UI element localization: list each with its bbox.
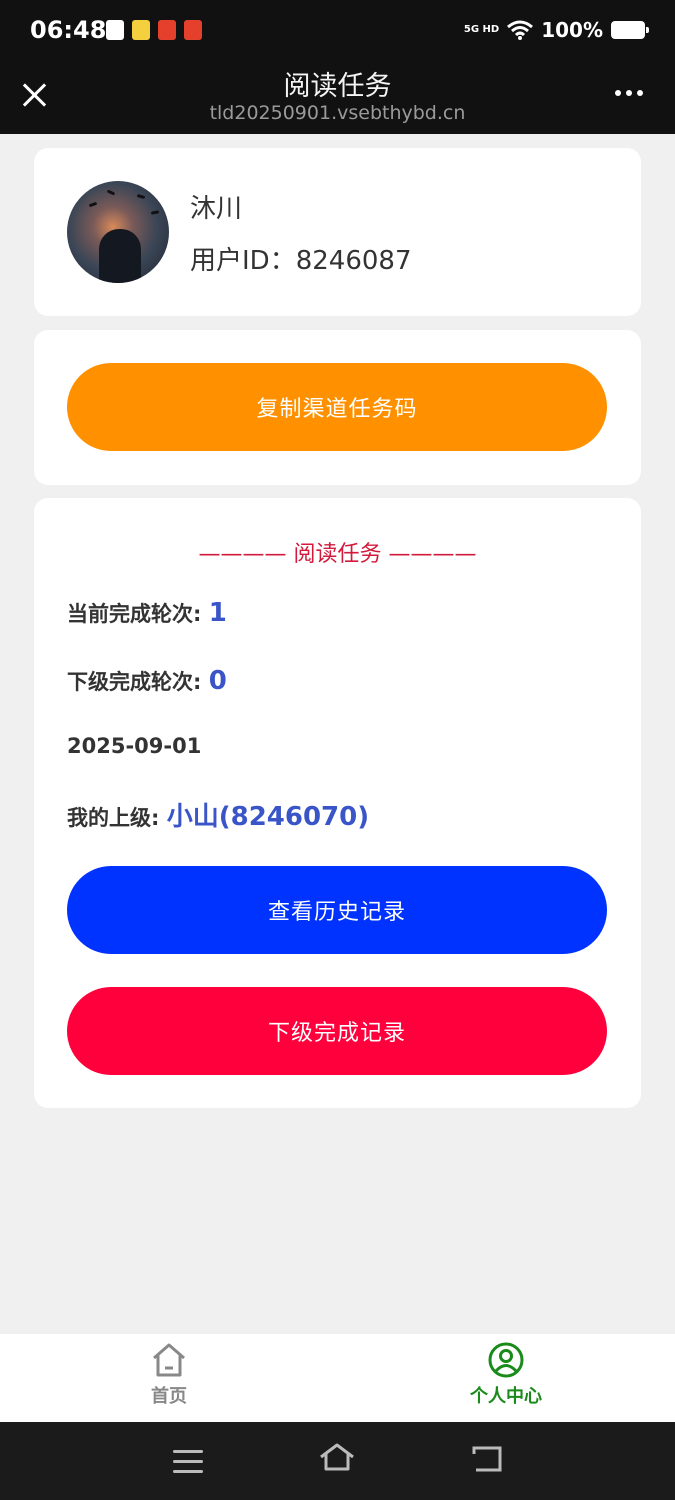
wifi-icon xyxy=(507,20,534,40)
user-id-value: 8246087 xyxy=(295,246,412,276)
more-icon[interactable] xyxy=(615,90,643,96)
avatar xyxy=(67,181,169,283)
back-icon[interactable] xyxy=(470,1444,506,1474)
sub-records-button[interactable]: 下级完成记录 xyxy=(67,987,607,1075)
copy-card: 复制渠道任务码 xyxy=(34,330,641,485)
copy-task-code-button[interactable]: 复制渠道任务码 xyxy=(67,363,607,451)
system-nav-bar xyxy=(0,1422,675,1500)
app-notification-icon xyxy=(158,20,176,40)
page-url: tld20250901.vsebthybd.cn xyxy=(209,102,466,124)
bottom-nav: 首页 个人中心 xyxy=(0,1334,675,1422)
user-name: 沐川 xyxy=(190,194,243,224)
status-bar: 06:48 5G HD 100% xyxy=(0,0,675,60)
nav-profile[interactable]: 个人中心 xyxy=(426,1342,586,1408)
task-section-title: ———— 阅读任务 ———— xyxy=(198,542,477,567)
status-right: 5G HD 100% xyxy=(463,18,649,42)
nav-home-label: 首页 xyxy=(151,1386,187,1407)
sub-rounds-row: 下级完成轮次: 0 xyxy=(67,666,227,696)
task-date: 2025-09-01 xyxy=(67,734,202,758)
page-title: 阅读任务 xyxy=(283,71,392,102)
user-id: 用户ID：8246087 xyxy=(190,240,412,277)
current-rounds-row: 当前完成轮次: 1 xyxy=(67,598,227,628)
user-id-label: 用户ID： xyxy=(190,246,296,276)
current-rounds-label: 当前完成轮次: xyxy=(67,602,209,626)
parent-value: 小山(8246070) xyxy=(166,802,370,832)
battery-icon xyxy=(611,21,649,39)
user-card: 沐川 用户ID：8246087 xyxy=(34,148,641,316)
sub-rounds-value: 0 xyxy=(208,666,227,696)
task-card: ———— 阅读任务 ———— 当前完成轮次: 1 下级完成轮次: 0 2025-… xyxy=(34,498,641,1108)
parent-row: 我的上级: 小山(8246070) xyxy=(67,796,369,833)
app-notification-icon xyxy=(184,20,202,40)
clipboard-icon xyxy=(106,20,124,40)
battery-percent: 100% xyxy=(541,18,603,42)
user-circle-icon xyxy=(488,1342,524,1378)
current-rounds-value: 1 xyxy=(208,598,227,628)
home-icon xyxy=(153,1343,185,1377)
sub-rounds-label: 下级完成轮次: xyxy=(67,670,209,694)
title-bar: 阅读任务 tld20250901.vsebthybd.cn xyxy=(0,60,675,134)
menu-icon[interactable] xyxy=(173,1450,203,1480)
view-history-button[interactable]: 查看历史记录 xyxy=(67,866,607,954)
home-button-icon[interactable] xyxy=(318,1442,356,1472)
parent-label: 我的上级: xyxy=(67,806,167,830)
status-time: 06:48 xyxy=(30,16,107,44)
nav-profile-label: 个人中心 xyxy=(470,1386,542,1407)
notification-icons xyxy=(106,20,202,40)
app-notification-icon xyxy=(132,20,150,40)
nav-home[interactable]: 首页 xyxy=(89,1342,249,1408)
network-indicator: 5G HD xyxy=(463,24,500,35)
